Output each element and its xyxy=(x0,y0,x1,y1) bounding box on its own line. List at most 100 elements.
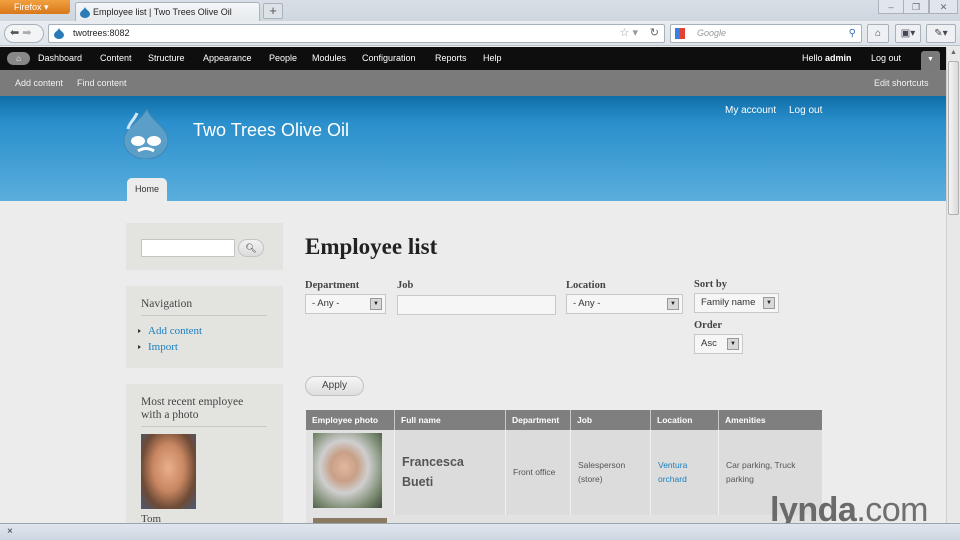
google-engine-icon[interactable] xyxy=(675,28,685,39)
close-window-button[interactable]: ✕ xyxy=(929,0,958,14)
shortcut-find-content[interactable]: Find content xyxy=(77,70,127,96)
minimize-button[interactable]: – xyxy=(878,0,904,14)
greeting-prefix: Hello xyxy=(802,53,826,63)
amenities-line2: parking xyxy=(726,474,754,484)
url-text: twotrees:8082 xyxy=(73,28,130,38)
department-value: - Any - xyxy=(312,298,340,309)
edit-shortcuts-link[interactable]: Edit shortcuts xyxy=(874,70,929,96)
location-value: - Any - xyxy=(573,298,601,309)
toolbar-reports[interactable]: Reports xyxy=(435,47,467,70)
home-icon: ⌂ xyxy=(874,28,882,39)
nav-item-add-content[interactable]: Add content xyxy=(138,325,202,337)
site-name[interactable]: Two Trees Olive Oil xyxy=(193,120,349,141)
sort-by-label: Sort by xyxy=(694,279,727,290)
web-search-bar[interactable]: Google ⚲ xyxy=(670,24,862,43)
my-account-link[interactable]: My account xyxy=(725,105,776,116)
job-label: Job xyxy=(397,280,414,291)
full-name-last[interactable]: Bueti xyxy=(402,475,433,489)
greeting: Hello admin xyxy=(802,47,852,70)
toolbar-help[interactable]: Help xyxy=(483,47,502,70)
column-header-amenities[interactable]: Amenities xyxy=(719,410,822,430)
cell-location: Ventura orchard xyxy=(651,430,719,515)
apply-button[interactable]: Apply xyxy=(305,376,364,396)
employee-photo[interactable] xyxy=(313,433,382,508)
toolbar-dashboard[interactable]: Dashboard xyxy=(38,47,82,70)
addon-icon: ✎▾ xyxy=(934,28,948,39)
greeting-user[interactable]: admin xyxy=(825,53,852,63)
bullet-icon xyxy=(138,329,141,334)
restore-button[interactable]: ❐ xyxy=(903,0,929,14)
site-search-button[interactable]: 🔍︎ xyxy=(238,239,264,257)
toolbar-people[interactable]: People xyxy=(269,47,297,70)
location-link-line1[interactable]: Ventura xyxy=(658,460,687,470)
recent-title-line2: with a photo xyxy=(141,409,199,421)
location-select[interactable]: - Any - ▼ xyxy=(566,294,683,314)
back-arrow-icon[interactable]: ⬅ xyxy=(10,27,19,39)
magnifier-icon[interactable]: ⚲ xyxy=(849,25,856,42)
reload-icon[interactable]: ↻ xyxy=(650,25,659,42)
bookmarks-button[interactable]: ▣▾ xyxy=(895,24,921,43)
site-header: Two Trees Olive Oil My account Log out H… xyxy=(0,96,946,201)
header-logout-link[interactable]: Log out xyxy=(789,105,822,116)
vertical-scrollbar[interactable]: ▲ xyxy=(946,47,960,523)
firefox-menu-button[interactable]: Firefox ▾ xyxy=(0,0,70,14)
recent-employee-photo[interactable] xyxy=(141,434,196,509)
toolbar-logout[interactable]: Log out xyxy=(871,47,901,70)
browser-navbar: ⬅ ➡ twotrees:8082 ☆ ▾ ↻ Google ⚲ ⌂ ▣▾ ✎▾ xyxy=(0,21,960,46)
new-tab-button[interactable]: + xyxy=(263,3,283,19)
full-name-first[interactable]: Francesca xyxy=(402,455,464,469)
close-icon[interactable]: × xyxy=(7,526,13,537)
home-button[interactable]: ⌂ xyxy=(867,24,889,43)
department-select[interactable]: - Any - ▼ xyxy=(305,294,386,314)
page-title: Employee list xyxy=(305,234,438,259)
site-search-input[interactable] xyxy=(141,239,235,257)
toolbar-structure[interactable]: Structure xyxy=(148,47,185,70)
forward-arrow-icon[interactable]: ➡ xyxy=(22,27,31,39)
order-label: Order xyxy=(694,320,722,331)
chevron-down-icon: ▼ xyxy=(927,56,934,63)
drupal-logo-icon[interactable] xyxy=(123,109,168,159)
url-bar[interactable]: twotrees:8082 ☆ ▾ ↻ xyxy=(48,24,665,43)
bookmark-star-icon[interactable]: ☆ ▾ xyxy=(620,25,638,42)
toolbar-home-button[interactable]: ⌂ xyxy=(7,52,30,65)
column-header-department[interactable]: Department xyxy=(506,410,571,430)
back-forward-buttons[interactable]: ⬅ ➡ xyxy=(4,24,44,43)
firefox-label: Firefox xyxy=(14,2,42,12)
order-select[interactable]: Asc ▼ xyxy=(694,334,743,354)
recent-employee-block: Most recent employee with a photo Tom xyxy=(126,384,283,525)
job-input[interactable] xyxy=(397,295,556,315)
navigation-title: Navigation xyxy=(141,298,193,310)
job-line2: (store) xyxy=(578,474,603,484)
department-label: Department xyxy=(305,280,360,291)
column-header-job[interactable]: Job xyxy=(571,410,651,430)
toolbar-content[interactable]: Content xyxy=(100,47,132,70)
dropdown-arrow-icon: ▼ xyxy=(370,298,382,310)
addon-button[interactable]: ✎▾ xyxy=(926,24,956,43)
location-label: Location xyxy=(566,280,606,291)
browser-tab-active[interactable]: Employee list | Two Trees Olive Oil xyxy=(75,2,260,21)
scroll-up-icon[interactable]: ▲ xyxy=(950,49,957,56)
cell-full-name: Francesca Bueti xyxy=(395,430,506,515)
sort-by-select[interactable]: Family name ▼ xyxy=(694,293,779,313)
nav-item-import[interactable]: Import xyxy=(138,341,178,353)
toolbar-drawer-toggle[interactable]: ▼ xyxy=(921,51,940,70)
toolbar-configuration[interactable]: Configuration xyxy=(362,47,416,70)
column-header-full-name[interactable]: Full name xyxy=(395,410,506,430)
divider xyxy=(141,426,267,427)
browser-titlebar: Firefox ▾ Employee list | Two Trees Oliv… xyxy=(0,0,960,21)
nav-item-label[interactable]: Add content xyxy=(148,325,202,337)
location-link-line2[interactable]: orchard xyxy=(658,474,687,484)
scrollbar-thumb[interactable] xyxy=(948,61,959,215)
column-header-photo[interactable]: Employee photo xyxy=(306,410,395,430)
toolbar-appearance[interactable]: Appearance xyxy=(203,47,252,70)
nav-item-label[interactable]: Import xyxy=(148,341,178,353)
order-value: Asc xyxy=(701,338,717,349)
column-header-location[interactable]: Location xyxy=(651,410,719,430)
job-line1: Salesperson xyxy=(578,460,626,470)
admin-toolbar: ⌂ Dashboard Content Structure Appearance… xyxy=(0,47,946,70)
shortcut-add-content[interactable]: Add content xyxy=(15,70,63,96)
main-menu-home-tab[interactable]: Home xyxy=(127,178,167,201)
toolbar-modules[interactable]: Modules xyxy=(312,47,346,70)
search-placeholder: Google xyxy=(697,28,727,38)
amenities-line1: Car parking, Truck xyxy=(726,460,796,470)
